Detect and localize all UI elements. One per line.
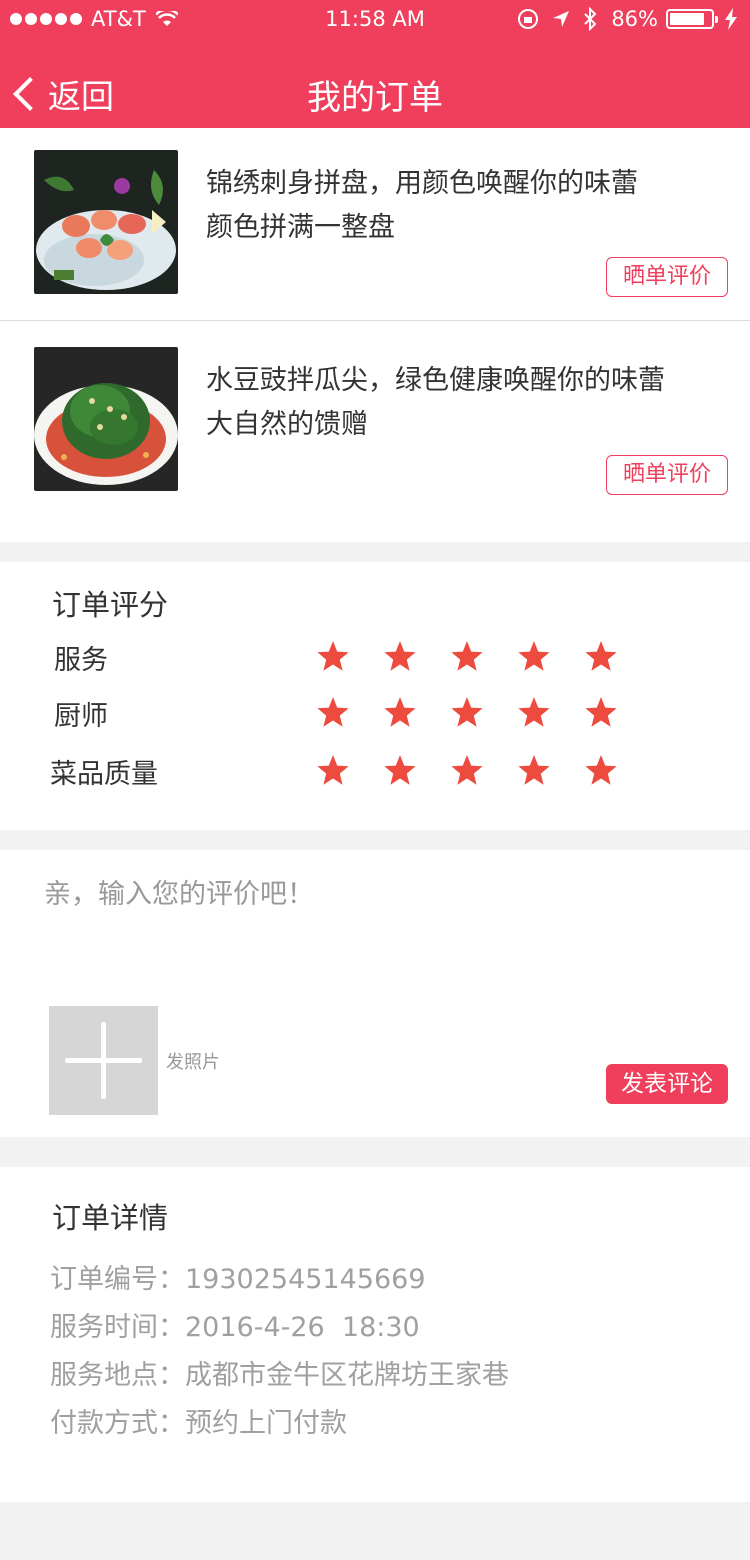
star-filled-icon[interactable] (446, 750, 513, 790)
star-filled-icon[interactable] (312, 750, 379, 790)
plus-icon (101, 1022, 106, 1099)
detail-value: 2016-4-26 18:30 (185, 1312, 420, 1343)
detail-row-order-number: 订单编号：19302545145669 (50, 1257, 426, 1296)
product-item[interactable]: 锦绣刺身拼盘，用颜色唤醒你的味蕾 颜色拼满一整盘 晒单评价 (0, 128, 750, 320)
share-review-button[interactable]: 晒单评价 (606, 257, 728, 297)
battery-percent: 86% (611, 7, 658, 31)
product-item[interactable]: 水豆豉拌瓜尖，绿色健康唤醒你的味蕾 大自然的馈赠 晒单评价 (0, 320, 750, 512)
detail-value: 19302545145669 (185, 1264, 426, 1295)
star-filled-icon[interactable] (580, 692, 647, 732)
star-filled-icon[interactable] (513, 636, 580, 676)
battery-icon (666, 9, 718, 29)
detail-label: 服务时间： (50, 1312, 185, 1343)
share-review-button[interactable]: 晒单评价 (606, 455, 728, 495)
rating-row-chef: 厨师 (0, 694, 750, 734)
add-photo-button[interactable] (49, 1006, 158, 1115)
nav-bar: 返回 我的订单 (0, 40, 750, 128)
details-title: 订单详情 (52, 1201, 169, 1235)
star-filled-icon[interactable] (580, 636, 647, 676)
status-bar: AT&T 11:58 AM 86% (0, 0, 750, 40)
star-filled-icon[interactable] (379, 750, 446, 790)
bluetooth-icon (584, 7, 597, 31)
star-rating[interactable] (312, 750, 647, 790)
submit-comment-button[interactable]: 发表评论 (606, 1064, 728, 1104)
product-title-line: 颜色拼满一整盘 (206, 212, 395, 243)
star-rating[interactable] (312, 692, 647, 732)
rating-row-dish-quality: 菜品质量 (0, 752, 750, 792)
rating-label: 菜品质量 (50, 759, 158, 790)
detail-value: 成都市金牛区花牌坊王家巷 (185, 1360, 509, 1391)
page-title: 我的订单 (307, 78, 443, 118)
detail-label: 付款方式： (50, 1408, 185, 1439)
add-photo-label: 发照片 (166, 1052, 220, 1073)
battery-fill (670, 13, 705, 25)
comment-section: 发照片 发表评论 (0, 850, 750, 1137)
star-filled-icon[interactable] (379, 692, 446, 732)
detail-row-payment-method: 付款方式：预约上门付款 (50, 1401, 347, 1440)
product-title-line: 锦绣刺身拼盘，用颜色唤醒你的味蕾 (206, 168, 638, 199)
detail-row-service-address: 服务地点：成都市金牛区花牌坊王家巷 (50, 1353, 509, 1392)
star-filled-icon[interactable] (446, 636, 513, 676)
rating-label: 服务 (54, 645, 108, 676)
comment-input[interactable] (30, 866, 720, 986)
star-filled-icon[interactable] (379, 636, 446, 676)
product-title: 锦绣刺身拼盘，用颜色唤醒你的味蕾 颜色拼满一整盘 (206, 162, 726, 250)
star-rating[interactable] (312, 636, 647, 676)
rating-label: 厨师 (54, 701, 108, 732)
star-filled-icon[interactable] (513, 750, 580, 790)
order-details: 订单详情 订单编号：19302545145669 服务时间：2016-4-26 … (0, 1167, 750, 1502)
app-header: AT&T 11:58 AM 86% 返回 我的订单 (0, 0, 750, 128)
rating-title: 订单评分 (52, 588, 169, 622)
sashimi-platter-photo (34, 150, 178, 294)
star-filled-icon[interactable] (312, 636, 379, 676)
order-rating: 订单评分 服务 厨师 菜品质量 (0, 562, 750, 830)
product-title-line: 大自然的馈赠 (206, 409, 368, 440)
star-filled-icon[interactable] (513, 692, 580, 732)
star-filled-icon[interactable] (580, 750, 647, 790)
green-vegetable-dish-photo (34, 347, 178, 491)
product-title: 水豆豉拌瓜尖，绿色健康唤醒你的味蕾 大自然的馈赠 (206, 359, 726, 447)
detail-row-service-time: 服务时间：2016-4-26 18:30 (50, 1305, 420, 1344)
detail-label: 订单编号： (50, 1264, 185, 1295)
status-right: 86% (517, 7, 738, 31)
location-arrow-icon (553, 11, 570, 27)
rotation-lock-icon (518, 9, 539, 29)
rating-row-service: 服务 (0, 638, 750, 678)
detail-value: 预约上门付款 (185, 1408, 347, 1439)
order-products: 锦绣刺身拼盘，用颜色唤醒你的味蕾 颜色拼满一整盘 晒单评价 水豆豉拌瓜尖，绿色健… (0, 128, 750, 542)
star-filled-icon[interactable] (312, 692, 379, 732)
star-filled-icon[interactable] (446, 692, 513, 732)
detail-label: 服务地点： (50, 1360, 185, 1391)
product-title-line: 水豆豉拌瓜尖，绿色健康唤醒你的味蕾 (206, 365, 665, 396)
charging-bolt-icon (725, 8, 737, 30)
